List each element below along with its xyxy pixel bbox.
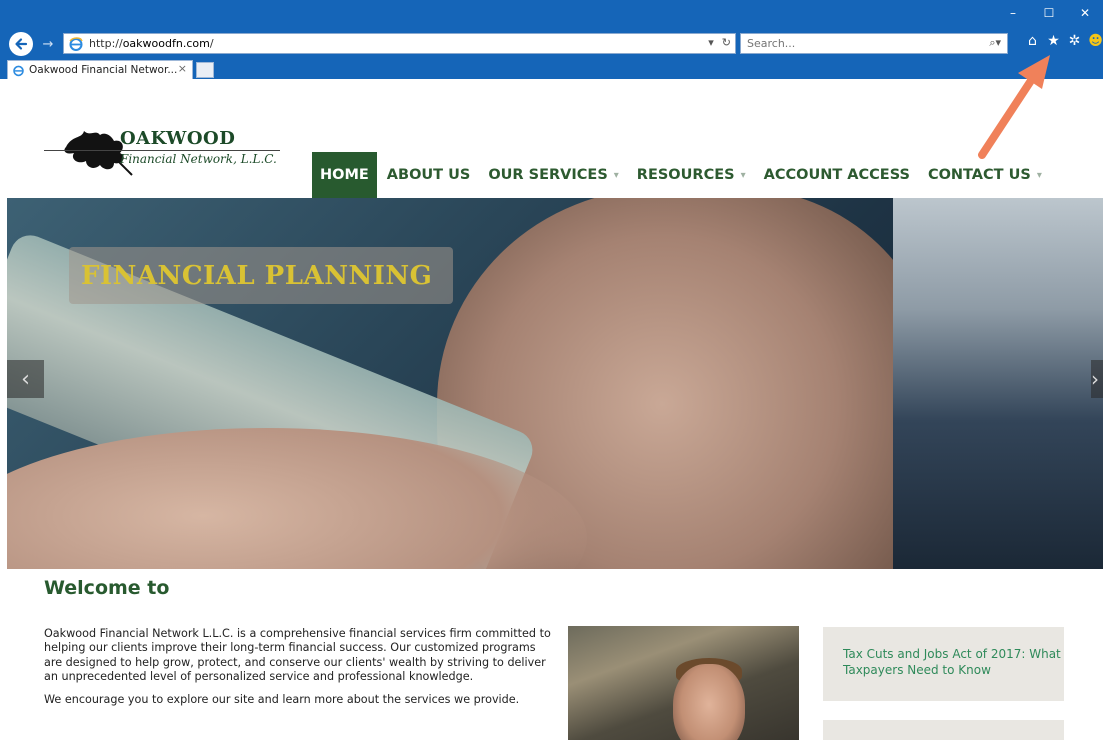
nav-about-us[interactable]: ABOUT US xyxy=(379,152,479,198)
chevron-down-icon: ▾ xyxy=(1036,169,1042,181)
slider-next-button[interactable]: › xyxy=(1091,360,1103,398)
maximize-button[interactable]: ☐ xyxy=(1031,0,1067,26)
article-card[interactable]: Tax Cuts and Jobs Act of 2017: What Taxp… xyxy=(823,627,1064,701)
tab-ie-icon xyxy=(13,65,24,76)
back-button[interactable] xyxy=(9,32,33,56)
welcome-heading: Welcome to xyxy=(44,577,170,599)
advisor-photo xyxy=(568,626,799,740)
nav-home[interactable]: HOME xyxy=(312,152,377,198)
browser-tab[interactable]: Oakwood Financial Networ... × xyxy=(7,60,193,79)
main-nav: HOME ABOUT US OUR SERVICES ▾ RESOURCES ▾ A… xyxy=(312,152,1052,198)
window-controls: – ☐ ✕ xyxy=(995,0,1103,26)
chevron-left-icon: ‹ xyxy=(21,366,30,392)
ie-logo-icon xyxy=(69,36,83,51)
nav-account-access[interactable]: ACCOUNT ACCESS xyxy=(756,152,918,198)
site-logo[interactable]: OAKWOOD Financial Network, L.L.C. xyxy=(44,123,284,183)
chevron-down-icon: ▾ xyxy=(613,169,619,181)
nav-our-services[interactable]: OUR SERVICES ▾ xyxy=(480,152,626,198)
hero-slider: FINANCIAL PLANNING ‹ › xyxy=(7,198,1103,569)
hero-image-sleeve xyxy=(893,198,1103,569)
search-input[interactable] xyxy=(741,37,971,50)
address-bar[interactable]: http://oakwoodfn.com/ ▾ ↻ xyxy=(63,33,736,54)
tab-close-button[interactable]: × xyxy=(178,62,187,75)
forward-button[interactable]: → xyxy=(39,35,57,53)
article-card-title[interactable]: Tax Cuts and Jobs Act of 2017: What Taxp… xyxy=(843,646,1064,678)
settings-gear-icon[interactable]: ✲ xyxy=(1067,33,1082,49)
minimize-button[interactable]: – xyxy=(995,0,1031,26)
chevron-right-icon: › xyxy=(1091,367,1099,391)
new-tab-button[interactable] xyxy=(196,62,214,78)
favorites-star-icon[interactable]: ★ xyxy=(1046,33,1061,49)
intro-paragraph-1: Oakwood Financial Network L.L.C. is a co… xyxy=(44,627,551,684)
slider-prev-button[interactable]: ‹ xyxy=(7,360,44,398)
browser-chrome: – ☐ ✕ → http://oakwoodfn.com/ ▾ ↻ ⌕▾ ⌂ ★… xyxy=(0,0,1103,79)
search-box[interactable]: ⌕▾ xyxy=(740,33,1008,54)
forward-arrow-icon: → xyxy=(42,36,54,52)
logo-rule xyxy=(44,150,280,151)
nav-resources[interactable]: RESOURCES ▾ xyxy=(629,152,754,198)
chevron-down-icon: ▾ xyxy=(740,169,746,181)
hero-caption: FINANCIAL PLANNING xyxy=(69,247,453,304)
logo-name: OAKWOOD xyxy=(120,128,236,149)
article-card-2[interactable] xyxy=(823,720,1064,740)
smiley-feedback-icon[interactable]: ☻ xyxy=(1088,33,1103,49)
home-icon[interactable]: ⌂ xyxy=(1025,33,1040,49)
logo-subtitle: Financial Network, L.L.C. xyxy=(120,152,277,166)
back-arrow-icon xyxy=(15,38,28,50)
intro-paragraph-2: We encourage you to explore our site and… xyxy=(44,692,520,706)
refresh-icon[interactable]: ↻ xyxy=(722,36,731,49)
tab-title: Oakwood Financial Networ... xyxy=(29,64,178,76)
nav-contact-us[interactable]: CONTACT US ▾ xyxy=(920,152,1050,198)
search-icon[interactable]: ⌕▾ xyxy=(989,36,1001,50)
intro-text: Oakwood Financial Network L.L.C. is a co… xyxy=(44,627,554,715)
address-dropdown-icon[interactable]: ▾ xyxy=(708,36,714,49)
close-window-button[interactable]: ✕ xyxy=(1067,0,1103,26)
annotation-arrow-icon xyxy=(978,55,1050,159)
address-url: http://oakwoodfn.com/ xyxy=(89,37,214,50)
